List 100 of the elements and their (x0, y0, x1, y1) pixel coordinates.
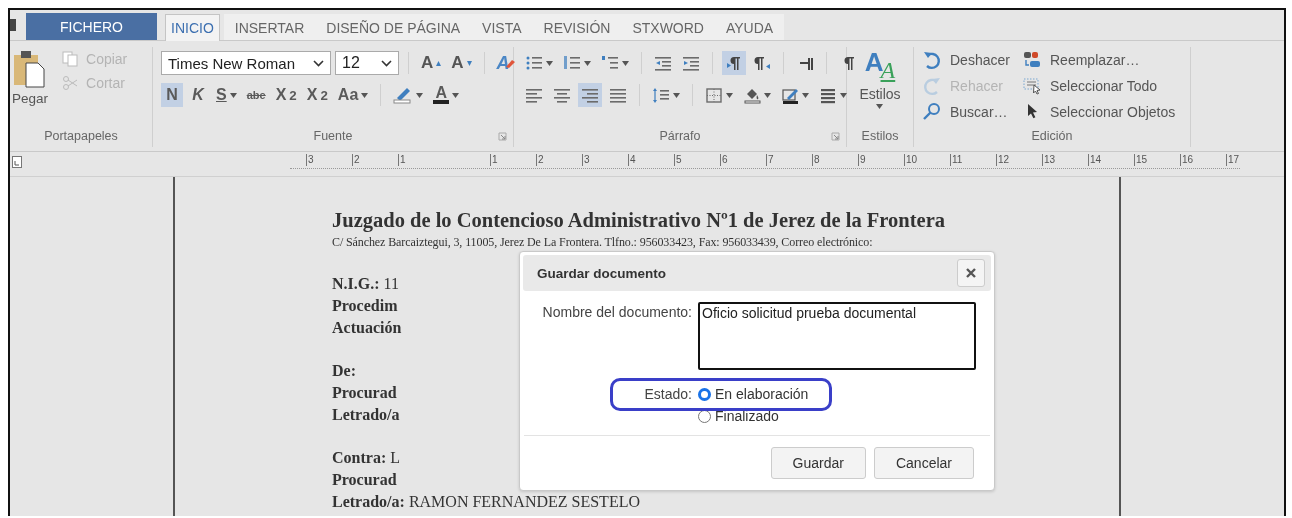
document-line: Actuación (332, 318, 402, 337)
caret-icon (546, 60, 553, 66)
document-name-field[interactable]: Oficio solicitud prueba documental (698, 302, 976, 370)
clear-format-button[interactable]: A (493, 51, 518, 75)
ruler-number: 6 (720, 154, 728, 166)
copy-icon (62, 51, 79, 67)
format-button[interactable]: K (187, 83, 209, 107)
ribbon-tab[interactable]: STXWORD (621, 14, 715, 40)
ruler-number: 17 (1226, 154, 1240, 166)
styles-button[interactable]: AA Estilos (859, 47, 901, 129)
caret-icon (764, 92, 771, 98)
ribbon-tab[interactable]: VISTA (471, 14, 533, 40)
caret-icon (452, 92, 460, 98)
ruler[interactable]: 3 2 1 1 2 3 4 5 6 7 8 9 10 11 12 13 14 15 16 17 (290, 154, 1240, 169)
radio-option[interactable]: En elaboración (698, 384, 976, 404)
font-size-select[interactable]: 12 (335, 51, 399, 75)
document-address: C/ Sánchez Barcaiztegui, 3, 11005, Jerez De La Frontera. Tlfno.: 956033423, Fax: 956033439, Correo electrónico: (332, 235, 874, 250)
format-button[interactable]: N (161, 83, 183, 107)
ribbon-tab[interactable]: INICIO (165, 14, 220, 41)
dialog-launcher-icon[interactable] (498, 132, 507, 141)
outdent-icon (654, 54, 672, 72)
ruler-number: 4 (628, 154, 636, 166)
paragraph-button[interactable] (722, 51, 746, 75)
caret-icon (584, 60, 591, 66)
scissors-icon (62, 75, 79, 91)
document-line: N.I.G.: 11 (332, 274, 399, 293)
document-line: Procurad (332, 470, 397, 489)
align-left-icon (525, 86, 543, 104)
ruler-number: 16 (1180, 154, 1194, 166)
redo-icon (922, 76, 942, 96)
bullets-icon (525, 54, 543, 72)
format-button[interactable]: S (213, 83, 240, 107)
ruler-number: 1 (398, 154, 406, 166)
dialog-launcher-icon[interactable] (831, 132, 840, 141)
ribbon-tab[interactable]: REVISIÓN (532, 14, 622, 40)
caret-icon (416, 92, 424, 98)
format-button[interactable]: abe (243, 83, 269, 107)
format-button[interactable]: Aa (334, 83, 372, 107)
ruler-number: 9 (858, 154, 866, 166)
dialog-title: Guardar documento (537, 265, 666, 281)
justify-icon (609, 86, 627, 104)
find-button[interactable]: Buscar… (922, 99, 1022, 125)
caret-icon (726, 92, 733, 98)
caret-icon (673, 92, 680, 98)
ruler-number: 15 (1134, 154, 1148, 166)
group-title: Estilos (860, 129, 900, 145)
selectobj-button[interactable]: Seleccionar Objetos (1022, 99, 1182, 125)
rtl-icon (753, 54, 771, 72)
pen-icon (781, 86, 799, 104)
ruler-number: 3 (306, 154, 314, 166)
numbers-icon (563, 54, 581, 72)
undo-icon (922, 50, 942, 70)
caret-icon (876, 104, 884, 109)
font-color-button[interactable]: A (430, 83, 463, 107)
field-label: Nombre del documento: (541, 303, 692, 322)
replace-button[interactable]: Reemplazar… (1022, 47, 1182, 73)
ruler-corner-icon (12, 156, 22, 168)
borders-icon (705, 86, 723, 104)
dialog-button[interactable]: Cancelar (873, 447, 974, 479)
select-all-icon (1022, 76, 1042, 96)
down-arrow-icon (466, 60, 472, 66)
selectall-button[interactable]: Seleccionar Todo (1022, 73, 1182, 99)
undo-button[interactable]: Deshacer (922, 47, 1022, 73)
close-icon (966, 268, 976, 278)
ribbon-tab[interactable]: INSERTAR (223, 14, 316, 40)
ruler-number: 2 (536, 154, 544, 166)
dialog-button[interactable]: Guardar (770, 447, 866, 479)
grow-font-button[interactable]: A (418, 51, 445, 75)
group-title: Fuente (312, 129, 354, 145)
caret-icon (229, 92, 237, 98)
document-line: Procedim (332, 296, 398, 315)
document-line: Contra: L (332, 448, 400, 467)
ltr-icon (725, 54, 743, 72)
spacing-icon (652, 86, 670, 104)
close-button[interactable] (957, 259, 985, 287)
paste-button[interactable]: Pegar (12, 47, 49, 129)
ruler-number: 8 (812, 154, 820, 166)
indent-icon (682, 54, 700, 72)
up-arrow-icon (436, 60, 442, 66)
ruler-number: 11 (950, 154, 963, 166)
radio-option[interactable]: Finalizado (698, 406, 976, 426)
document-heading: Juzgado de lo Contencioso Administrativo Nº1 de Jerez de la Frontera (332, 209, 946, 232)
ruler-number: 3 (582, 154, 590, 166)
ruler-number: 5 (674, 154, 682, 166)
align-right-icon (581, 86, 599, 104)
ribbon-tab[interactable]: AYUDA (715, 14, 785, 40)
group-title: Edición (1030, 129, 1074, 145)
caret-icon (840, 92, 847, 98)
ruler-number: 1 (490, 154, 498, 166)
ribbon-tab[interactable]: DISEÑO DE PÁGINA (315, 14, 472, 40)
chevron-icon (381, 59, 392, 67)
document-line: De: (332, 361, 356, 380)
ruler-number: 2 (352, 154, 360, 166)
shrink-font-button[interactable]: A (448, 51, 475, 75)
ruler-number: 14 (1088, 154, 1102, 166)
font-family-select[interactable]: Times New Roman (161, 51, 331, 75)
file-menu-tab[interactable]: FICHERO (26, 13, 157, 40)
group-title: Portapapeles (43, 129, 119, 145)
radio-button[interactable] (698, 387, 711, 401)
ruler-number: 13 (1042, 154, 1056, 166)
